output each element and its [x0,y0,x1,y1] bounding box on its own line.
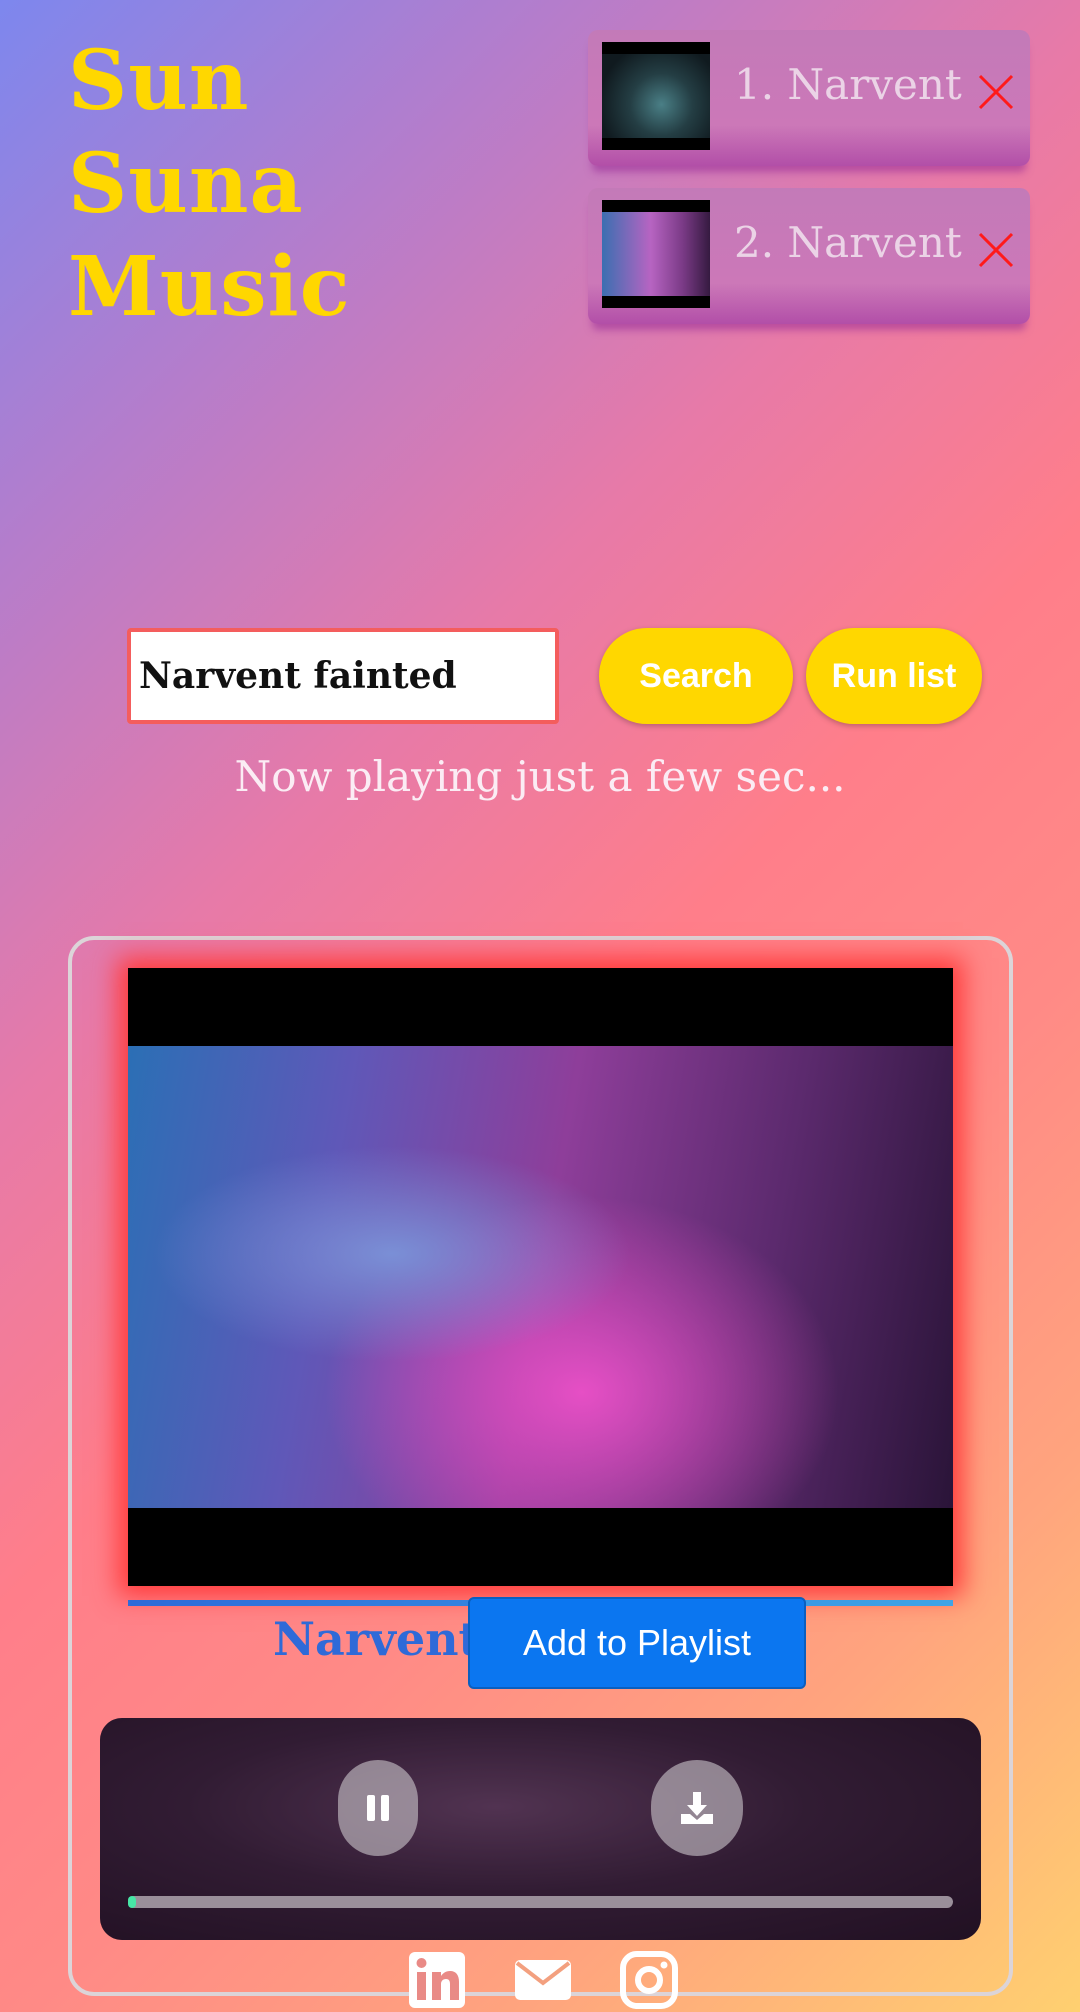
download-button[interactable] [651,1760,743,1856]
close-icon[interactable] [976,230,1016,270]
brand-line-1: Sun [68,33,250,129]
seek-bar[interactable] [128,1896,953,1908]
search-input[interactable] [127,628,559,724]
mail-icon[interactable] [509,1950,577,2010]
instagram-icon[interactable] [619,1950,679,2010]
queue-thumbnail [602,200,710,308]
queue-item[interactable]: 1. Narvent [588,30,1030,166]
pause-icon [364,1795,392,1821]
track-title: Narvent [273,1612,480,1666]
pause-button[interactable] [338,1760,418,1856]
add-to-playlist-button[interactable]: Add to Playlist [468,1597,806,1689]
mini-player [100,1718,981,1940]
social-links [407,1950,679,2010]
search-button[interactable]: Search [599,628,793,724]
brand-line-2: Suna [68,136,304,232]
queue-thumbnail [602,42,710,150]
linkedin-icon[interactable] [407,1950,467,2010]
queue-item-title: 2. Narvent [734,218,962,267]
brand-line-3: Music [68,239,351,335]
status-text: Now playing just a few sec... [234,752,846,801]
seek-progress [128,1896,137,1908]
queue-list: 1. Narvent 2. Narvent [588,30,1030,346]
close-icon[interactable] [976,72,1016,112]
brand-title: Sun Suna Music [68,30,351,339]
queue-item-title: 1. Narvent [734,60,962,109]
run-list-button[interactable]: Run list [806,628,982,724]
queue-item[interactable]: 2. Narvent [588,188,1030,324]
video-frame [128,1046,953,1508]
video-player[interactable] [128,968,953,1586]
download-icon [681,1792,713,1824]
